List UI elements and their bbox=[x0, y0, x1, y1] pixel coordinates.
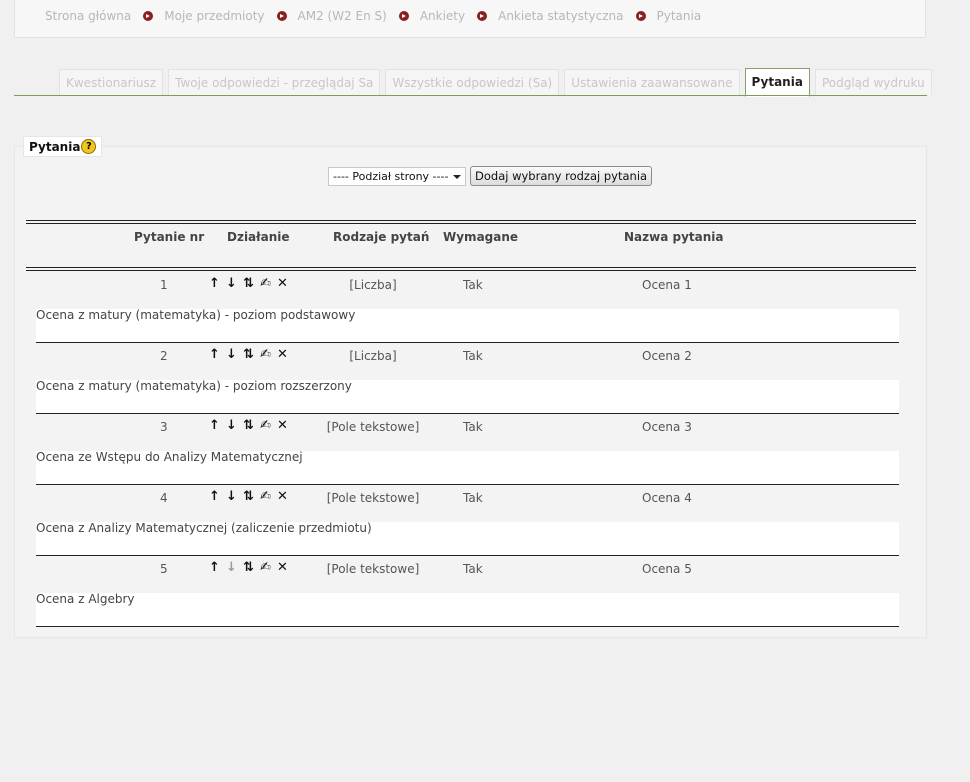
question-description-row: Ocena z matury (matematyka) - poziom roz… bbox=[36, 379, 899, 414]
tab-bar: Kwestionariusz Twoje odpowiedzi - przegl… bbox=[59, 68, 937, 98]
question-description-row: Ocena ze Wstępu do Analizy Matematycznej bbox=[36, 450, 899, 485]
delete-icon[interactable]: ✕ bbox=[275, 418, 290, 433]
edit-icon[interactable]: ✍ bbox=[258, 276, 273, 291]
tab-questions[interactable]: Pytania bbox=[744, 68, 810, 97]
add-question-controls: ---- Podział strony ---- Dodaj wybrany r… bbox=[328, 166, 653, 186]
question-actions: ↑ ↓ ⇅ ✍ ✕ bbox=[207, 347, 290, 362]
question-name: Ocena 3 bbox=[642, 420, 692, 434]
header-question-number: Pytanie nr bbox=[134, 230, 205, 244]
question-type-select[interactable]: ---- Podział strony ---- bbox=[328, 166, 466, 186]
move-icon[interactable]: ⇅ bbox=[241, 347, 256, 362]
edit-icon[interactable]: ✍ bbox=[258, 418, 273, 433]
question-name: Ocena 1 bbox=[642, 278, 692, 292]
arrow-down-icon[interactable]: ↓ bbox=[224, 347, 239, 362]
edit-icon[interactable]: ✍ bbox=[258, 489, 273, 504]
question-name: Ocena 2 bbox=[642, 349, 692, 363]
header-question-name: Nazwa pytania bbox=[624, 230, 724, 244]
breadcrumb-separator-icon bbox=[398, 11, 409, 21]
question-required: Tak bbox=[463, 349, 483, 363]
arrow-down-icon[interactable]: ↓ bbox=[224, 276, 239, 291]
question-name: Ocena 4 bbox=[642, 491, 692, 505]
question-description: Ocena z matury (matematyka) - poziom pod… bbox=[36, 308, 356, 322]
panel-legend: Pytania ? bbox=[23, 136, 103, 157]
breadcrumb-bar: Strona główna Moje przedmioty AM2 (W2 En… bbox=[14, 0, 926, 38]
question-type: [Pole tekstowe] bbox=[326, 420, 420, 434]
question-type-select-value: ---- Podział strony ---- bbox=[333, 169, 449, 183]
tab-print-preview[interactable]: Podgląd wydruku bbox=[814, 69, 932, 95]
help-icon[interactable]: ? bbox=[81, 139, 97, 154]
question-type: [Pole tekstowe] bbox=[326, 562, 420, 576]
question-description-row: Ocena z matury (matematyka) - poziom pod… bbox=[36, 308, 899, 343]
table-header-bottom-border bbox=[26, 267, 916, 271]
header-question-type: Rodzaje pytań bbox=[333, 230, 430, 244]
chevron-down-icon bbox=[453, 174, 461, 179]
delete-icon[interactable]: ✕ bbox=[275, 489, 290, 504]
question-required: Tak bbox=[463, 562, 483, 576]
question-type: [Liczba] bbox=[349, 278, 397, 292]
breadcrumb-separator-icon bbox=[143, 11, 154, 21]
arrow-down-icon[interactable]: ↓ bbox=[224, 418, 239, 433]
breadcrumb-course[interactable]: AM2 (W2 En S) bbox=[298, 9, 387, 23]
breadcrumb: Strona główna Moje przedmioty AM2 (W2 En… bbox=[45, 9, 701, 23]
arrow-up-icon[interactable]: ↑ bbox=[207, 347, 222, 362]
table-header-top-border bbox=[26, 220, 916, 224]
delete-icon[interactable]: ✕ bbox=[275, 347, 290, 362]
edit-icon[interactable]: ✍ bbox=[258, 560, 273, 575]
question-required: Tak bbox=[463, 491, 483, 505]
breadcrumb-separator-icon bbox=[276, 11, 287, 21]
header-action: Działanie bbox=[227, 230, 290, 244]
move-icon[interactable]: ⇅ bbox=[241, 276, 256, 291]
arrow-down-icon[interactable]: ↓ bbox=[224, 489, 239, 504]
question-type: [Liczba] bbox=[349, 349, 397, 363]
arrow-up-icon[interactable]: ↑ bbox=[207, 276, 222, 291]
add-question-button[interactable]: Dodaj wybrany rodzaj pytania bbox=[470, 166, 653, 186]
arrow-down-icon: ↓ bbox=[226, 560, 237, 575]
question-actions: ↑ ↓ ⇅ ✍ ✕ bbox=[207, 489, 290, 504]
question-actions: ↑ ↓ ⇅ ✍ ✕ bbox=[207, 276, 290, 291]
arrow-up-icon[interactable]: ↑ bbox=[207, 489, 222, 504]
breadcrumb-survey[interactable]: Ankieta statystyczna bbox=[498, 9, 623, 23]
header-required: Wymagane bbox=[443, 230, 519, 244]
question-description: Ocena z Algebry bbox=[36, 592, 135, 606]
move-icon[interactable]: ⇅ bbox=[241, 418, 256, 433]
question-name: Ocena 5 bbox=[642, 562, 692, 576]
tab-all-answers[interactable]: Wszystkie odpowiedzi (Sa) bbox=[385, 69, 560, 95]
question-actions: ↑ ↓ ⇅ ✍ ✕ bbox=[207, 418, 290, 433]
delete-icon[interactable]: ✕ bbox=[275, 560, 290, 575]
question-type: [Pole tekstowe] bbox=[326, 491, 420, 505]
tab-underline bbox=[14, 95, 927, 96]
arrow-up-icon[interactable]: ↑ bbox=[207, 418, 222, 433]
breadcrumb-home[interactable]: Strona główna bbox=[45, 9, 131, 23]
question-description: Ocena z matury (matematyka) - poziom roz… bbox=[36, 379, 352, 393]
question-description-row: Ocena z Analizy Matematycznej (zaliczeni… bbox=[36, 521, 899, 556]
panel-legend-label: Pytania bbox=[29, 139, 81, 154]
question-description-row: Ocena z Algebry bbox=[36, 592, 899, 627]
move-icon[interactable]: ⇅ bbox=[241, 489, 256, 504]
move-icon[interactable]: ⇅ bbox=[241, 560, 256, 575]
edit-icon[interactable]: ✍ bbox=[258, 347, 273, 362]
question-actions: ↑ ↓ ⇅ ✍ ✕ bbox=[207, 560, 290, 575]
breadcrumb-surveys[interactable]: Ankiety bbox=[420, 9, 465, 23]
arrow-up-icon[interactable]: ↑ bbox=[207, 560, 222, 575]
tab-questionnaire[interactable]: Kwestionariusz bbox=[59, 69, 164, 95]
tab-advanced-settings[interactable]: Ustawienia zaawansowane bbox=[564, 69, 740, 95]
delete-icon[interactable]: ✕ bbox=[275, 276, 290, 291]
tab-your-answers[interactable]: Twoje odpowiedzi - przeglądaj Sa bbox=[168, 69, 381, 95]
question-description: Ocena ze Wstępu do Analizy Matematycznej bbox=[36, 450, 303, 464]
question-required: Tak bbox=[463, 420, 483, 434]
question-description: Ocena z Analizy Matematycznej (zaliczeni… bbox=[36, 521, 372, 535]
breadcrumb-separator-icon bbox=[635, 11, 646, 21]
breadcrumb-current: Pytania bbox=[656, 9, 702, 23]
question-required: Tak bbox=[463, 278, 483, 292]
breadcrumb-my-courses[interactable]: Moje przedmioty bbox=[164, 9, 264, 23]
breadcrumb-separator-icon bbox=[477, 11, 488, 21]
